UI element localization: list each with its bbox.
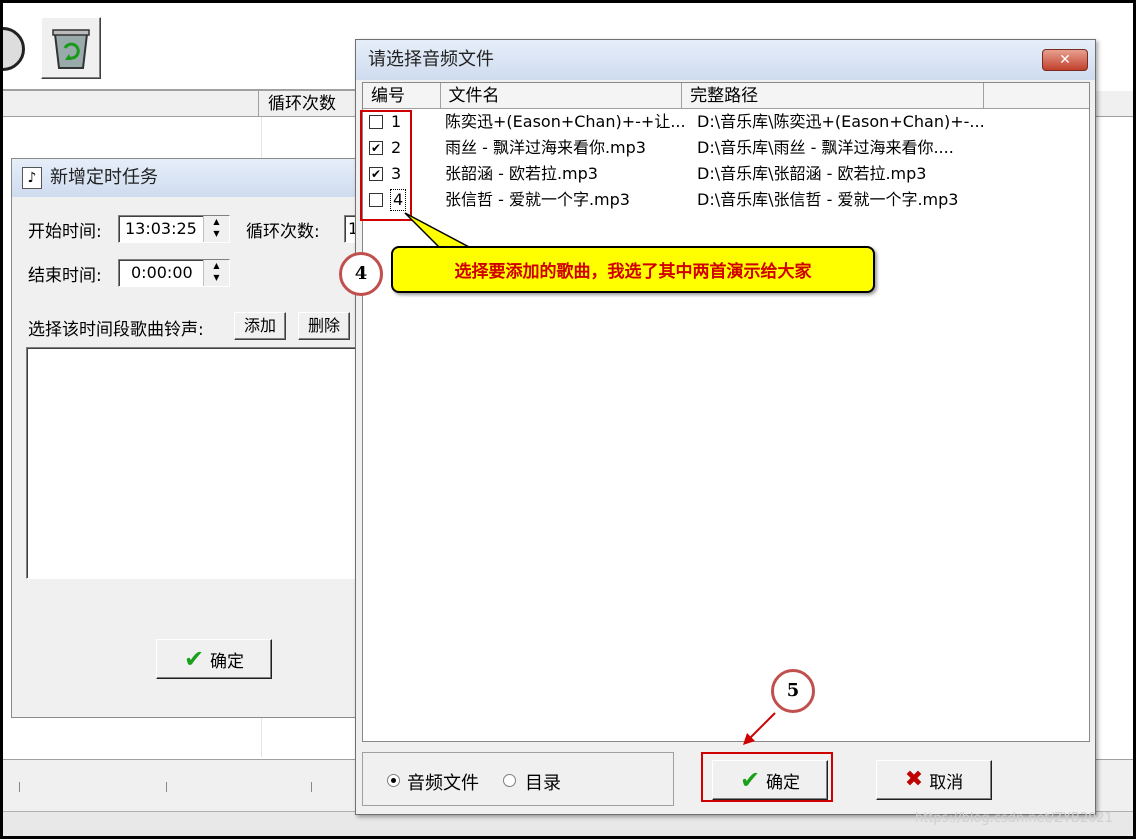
step4-callout: 选择要添加的歌曲，我选了其中两首演示给大家 xyxy=(391,246,875,293)
source-type-group: 音频文件 目录 xyxy=(362,752,674,806)
cancel-x-icon: ✖ xyxy=(904,767,924,792)
ok-button-highlight-box xyxy=(701,752,833,802)
check-icon: ✔ xyxy=(183,645,205,673)
main-right-strip xyxy=(1091,3,1133,91)
step4-number: 4 xyxy=(354,263,368,284)
new-task-title: 新增定时任务 xyxy=(50,167,158,188)
task-ok-button[interactable]: ✔ 确定 xyxy=(156,639,272,679)
main-toolbar xyxy=(3,3,363,89)
file-dialog-titlebar[interactable]: 请选择音频文件 ✕ xyxy=(356,40,1095,80)
file-row[interactable]: 1 陈奕迅+(Eason+Chan)+-+让... D:\音乐库\陈奕迅+(Easo… xyxy=(363,109,1083,135)
task-ok-label: 确定 xyxy=(210,651,245,672)
music-note-icon: ♪ xyxy=(22,167,42,189)
status-tick xyxy=(166,782,167,792)
recycle-bin-icon[interactable] xyxy=(41,17,101,79)
start-time-spinner[interactable]: ▲ ▼ xyxy=(203,216,229,242)
end-time-label: 结束时间: xyxy=(28,266,102,286)
song-list-box[interactable] xyxy=(26,347,366,579)
radio-directory-label[interactable]: 目录 xyxy=(525,769,561,795)
file-row[interactable]: ✔ 2 雨丝 - 飘洋过海来看你.mp3 D:\音乐库\雨丝 - 飘洋过海来看你...… xyxy=(363,135,1083,161)
add-song-label: 添加 xyxy=(243,316,276,335)
status-tick xyxy=(311,782,312,792)
radio-audio-file[interactable] xyxy=(387,774,400,787)
delete-song-button[interactable]: 删除 xyxy=(298,312,350,340)
main-header-divider xyxy=(258,91,259,117)
start-time-label: 开始时间: xyxy=(28,222,102,242)
file-dialog-title: 请选择音频文件 xyxy=(368,49,494,70)
end-time-value: 0:00:00 xyxy=(131,263,193,282)
step4-circle: 4 xyxy=(339,252,383,296)
step5-arrow xyxy=(743,712,776,745)
row-fullpath: D:\音乐库\雨丝 - 飘洋过海来看你.... xyxy=(697,138,954,157)
file-cancel-label: 取消 xyxy=(929,772,964,793)
add-song-button[interactable]: 添加 xyxy=(234,312,286,340)
start-time-field[interactable]: 13:03:25 ▲ ▼ xyxy=(118,215,230,243)
header-empty xyxy=(984,83,1089,108)
file-list: 编号 文件名 完整路径 1 陈奕迅+(Eason+Chan)+-+让... D:\音… xyxy=(362,82,1090,742)
new-task-window: ♪ 新增定时任务 开始时间: 13:03:25 ▲ ▼ 循环次数: 1 结束时间:… xyxy=(11,158,374,718)
toolbar-partial-icon[interactable] xyxy=(3,27,25,71)
close-icon: ✕ xyxy=(1059,52,1071,68)
row-filename: 张信哲 - 爱就一个字.mp3 xyxy=(445,190,630,209)
radio-audio-dot xyxy=(391,778,396,783)
end-time-field[interactable]: 0:00:00 ▲ ▼ xyxy=(118,259,230,287)
file-cancel-button[interactable]: ✖ 取消 xyxy=(876,760,992,800)
loop-count-label: 循环次数: xyxy=(246,222,320,242)
header-number[interactable]: 编号 xyxy=(363,83,441,108)
row-filename: 张韶涵 - 欧若拉.mp3 xyxy=(445,164,598,183)
main-col-loop[interactable]: 循环次数 xyxy=(268,91,336,117)
step5-circle: 5 xyxy=(771,669,815,713)
radio-directory[interactable] xyxy=(503,774,516,787)
step5-number: 5 xyxy=(786,680,800,701)
main-col-end-partial[interactable] xyxy=(1091,91,1133,117)
main-list-header: 循环次数 xyxy=(3,91,363,117)
file-list-header: 编号 文件名 完整路径 xyxy=(363,83,1089,109)
checkbox-highlight-box xyxy=(360,110,412,221)
delete-song-label: 删除 xyxy=(307,316,340,335)
song-select-label: 选择该时间段歌曲铃声: xyxy=(28,320,204,340)
row-fullpath: D:\音乐库\陈奕迅+(Eason+Chan)+-... xyxy=(697,112,985,131)
dialog-close-button[interactable]: ✕ xyxy=(1042,49,1088,71)
screen: 循环次数 ♪ 新增定时任务 开始时间: 13:03:25 ▲ ▼ 循环次数: 1 … xyxy=(3,3,1133,836)
header-filename[interactable]: 文件名 xyxy=(441,83,683,108)
end-time-spinner[interactable]: ▲ ▼ xyxy=(203,260,229,286)
radio-audio-label[interactable]: 音频文件 xyxy=(407,769,479,795)
file-select-dialog: 请选择音频文件 ✕ 编号 文件名 完整路径 1 陈奕迅+(Eason+Chan)+… xyxy=(355,39,1096,815)
row-fullpath: D:\音乐库\张信哲 - 爱就一个字.mp3 xyxy=(697,190,959,209)
status-tick xyxy=(19,782,20,792)
new-task-titlebar[interactable]: ♪ 新增定时任务 xyxy=(12,159,362,197)
step4-callout-text: 选择要添加的歌曲，我选了其中两首演示给大家 xyxy=(454,262,812,282)
row-filename: 陈奕迅+(Eason+Chan)+-+让... xyxy=(445,112,685,131)
start-time-value: 13:03:25 xyxy=(125,219,197,238)
file-row[interactable]: 4 张信哲 - 爱就一个字.mp3 D:\音乐库\张信哲 - 爱就一个字.mp3 xyxy=(363,187,1083,213)
watermark: https://blog.csdn.net/ZYB2021 xyxy=(915,811,1113,826)
row-fullpath: D:\音乐库\张韶涵 - 欧若拉.mp3 xyxy=(697,164,927,183)
row-filename: 雨丝 - 飘洋过海来看你.mp3 xyxy=(445,138,646,157)
file-row[interactable]: ✔ 3 张韶涵 - 欧若拉.mp3 D:\音乐库\张韶涵 - 欧若拉.mp3 xyxy=(363,161,1083,187)
header-fullpath[interactable]: 完整路径 xyxy=(682,83,985,108)
